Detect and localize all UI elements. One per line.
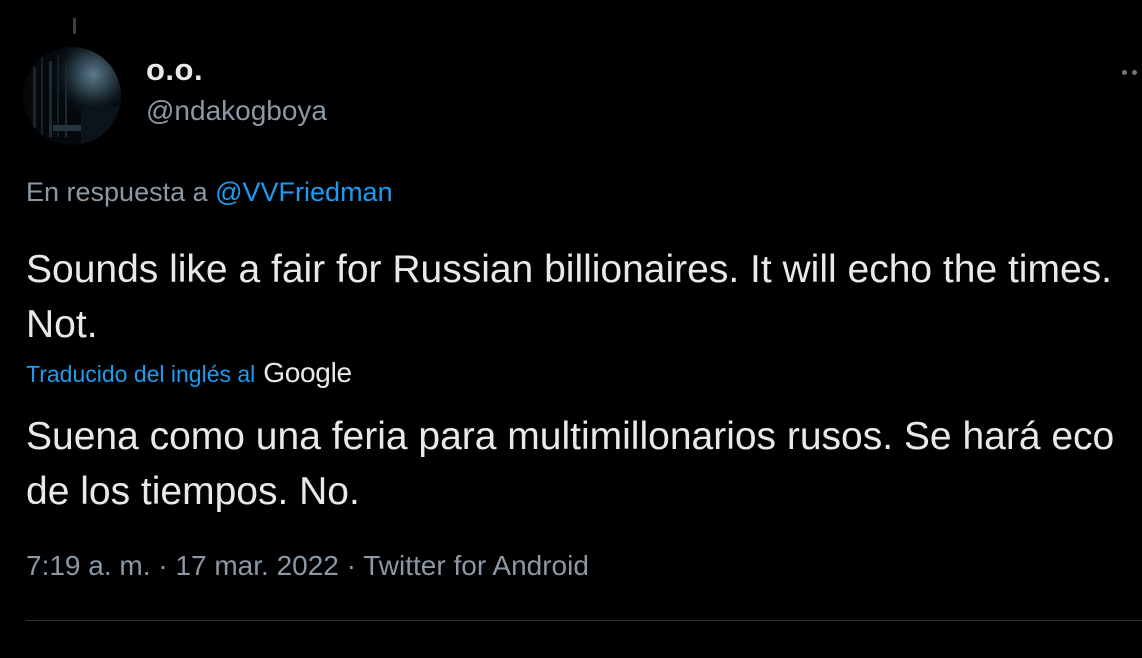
more-options-icon[interactable] (1122, 64, 1142, 78)
tweet-metadata: 7:19 a. m. · 17 mar. 2022 · Twitter for … (26, 550, 589, 582)
more-dot (1122, 70, 1127, 75)
translation-attribution: Traducido del inglés al Google (26, 357, 352, 389)
avatar[interactable] (23, 47, 121, 145)
reply-context: En respuesta a @VVFriedman (26, 177, 393, 208)
tweet-date[interactable]: 17 mar. 2022 (175, 550, 338, 581)
translation-label-link[interactable]: Traducido del inglés al (26, 361, 255, 387)
google-logo: Google (263, 357, 352, 388)
thread-connector-line (73, 18, 76, 34)
more-dot (1132, 70, 1137, 75)
tweet-text: Sounds like a fair for Russian billionai… (26, 248, 1112, 346)
meta-separator: · (338, 550, 364, 581)
divider (26, 620, 1142, 621)
translated-tweet-text: Suena como una feria para multimillonari… (26, 415, 1115, 513)
meta-separator: · (150, 550, 176, 581)
reply-mention-link[interactable]: @VVFriedman (215, 177, 392, 207)
reply-prefix: En respuesta a (26, 177, 216, 207)
author-handle[interactable]: @ndakogboya (146, 95, 327, 127)
tweet-time[interactable]: 7:19 a. m. (26, 550, 151, 581)
avatar-image (23, 47, 121, 145)
tweet-source[interactable]: Twitter for Android (363, 550, 589, 581)
author-display-name[interactable]: o.o. (146, 52, 203, 88)
